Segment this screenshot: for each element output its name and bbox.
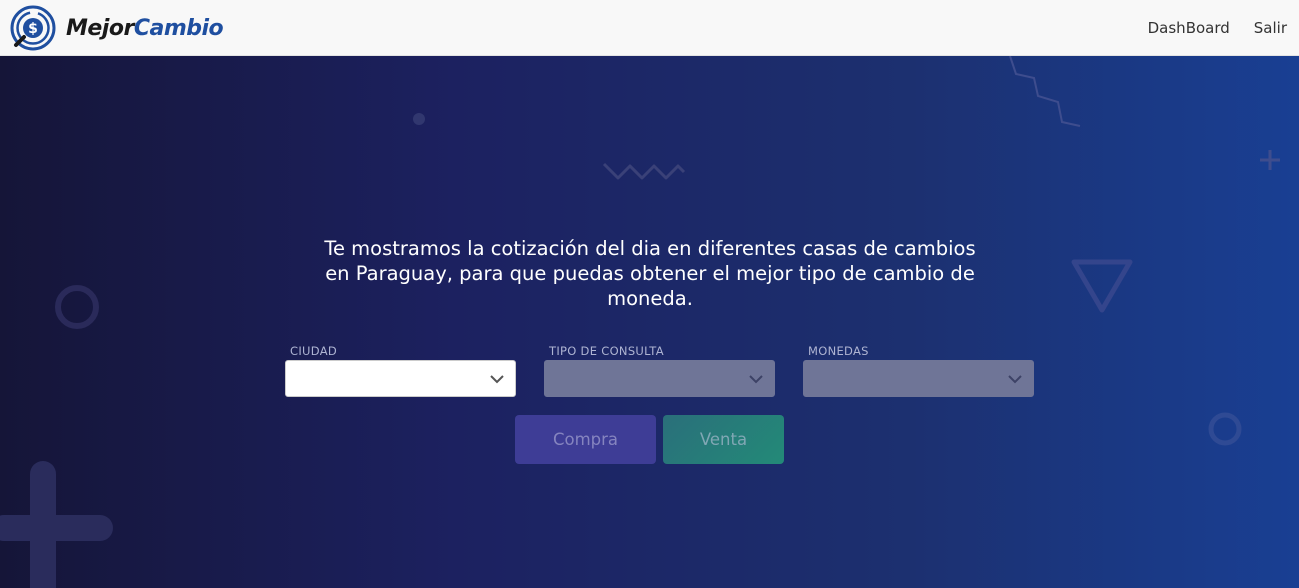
ciudad-select[interactable] <box>285 360 516 397</box>
top-navbar: $ MejorCambio DashBoard Salir <box>0 0 1299 56</box>
svg-text:$: $ <box>28 21 38 37</box>
chevron-down-icon <box>1008 375 1022 384</box>
decorative-background-shapes <box>0 56 1280 588</box>
monedas-select[interactable] <box>803 360 1034 397</box>
ciudad-label: CIUDAD <box>290 344 338 358</box>
monedas-label: MONEDAS <box>808 344 869 358</box>
tipo-consulta-select[interactable] <box>544 360 775 397</box>
hero-section: Te mostramos la cotización del dia en di… <box>0 56 1299 588</box>
nav-salir-link[interactable]: Salir <box>1254 19 1287 37</box>
tipo-consulta-label: TIPO DE CONSULTA <box>549 344 664 358</box>
decor-triangle <box>1071 259 1133 313</box>
brand-name-part2: Cambio <box>133 15 224 41</box>
venta-button[interactable]: Venta <box>663 415 784 464</box>
nav-dashboard-link[interactable]: DashBoard <box>1148 19 1230 37</box>
nav-links: DashBoard Salir <box>1124 0 1287 56</box>
decor-zigzag-top <box>1009 56 1081 127</box>
hero-headline: Te mostramos la cotización del dia en di… <box>275 236 1025 311</box>
compra-button[interactable]: Compra <box>515 415 656 464</box>
chevron-down-icon <box>490 375 504 384</box>
decor-zigzag <box>602 162 686 180</box>
hero-headline-line1: Te mostramos la cotización del dia en di… <box>324 237 976 260</box>
decor-ring-right <box>1208 412 1242 446</box>
hero-headline-line2: en Paraguay, para que puedas obtener el … <box>325 262 975 285</box>
brand-name: MejorCambio <box>66 15 224 41</box>
decor-dot <box>413 113 425 125</box>
brand[interactable]: $ MejorCambio <box>10 5 224 51</box>
hero-headline-line3: moneda. <box>607 287 693 310</box>
decor-ring-left <box>55 285 99 329</box>
chevron-down-icon <box>749 375 763 384</box>
brand-name-part1: Mejor <box>66 15 134 41</box>
dollar-circle-logo-icon: $ <box>10 5 56 51</box>
decor-plus-large <box>0 461 113 588</box>
decor-plus-small <box>1260 150 1280 170</box>
